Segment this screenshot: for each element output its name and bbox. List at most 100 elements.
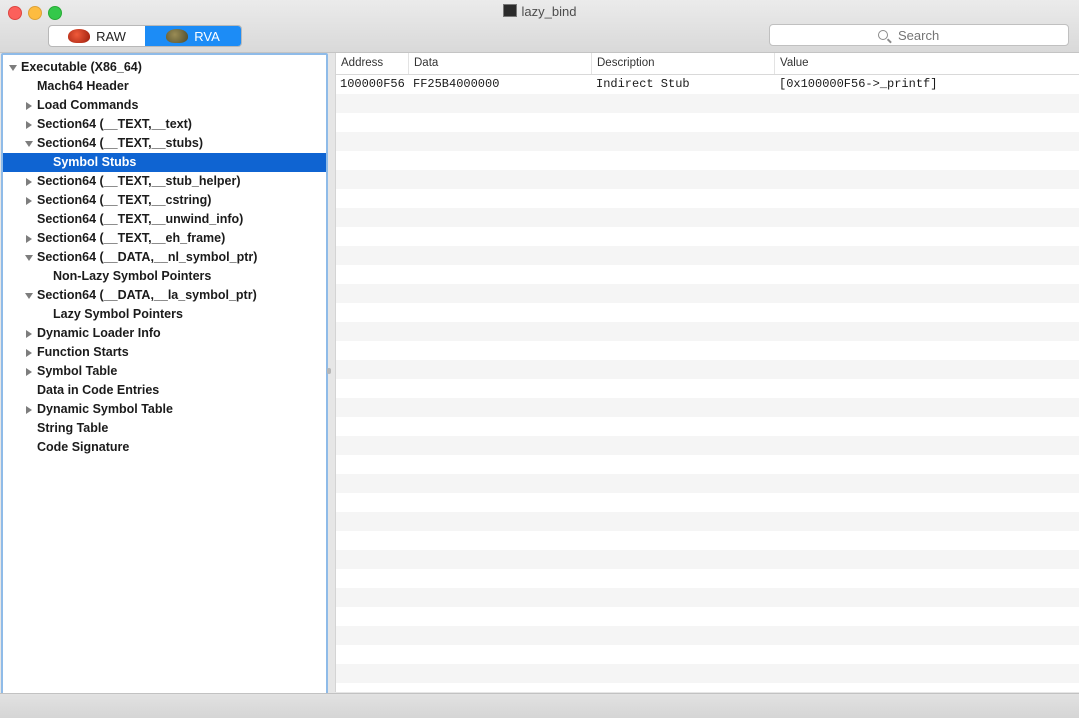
disclosure-right-icon[interactable] bbox=[26, 235, 32, 243]
sidebar-item-label: Symbol Table bbox=[37, 364, 118, 378]
sidebar-item[interactable]: Executable (X86_64) bbox=[3, 58, 326, 77]
title-bar: lazy_bind RAW RVA bbox=[0, 0, 1079, 53]
table-row[interactable] bbox=[336, 493, 1079, 512]
disclosure-down-icon[interactable] bbox=[25, 141, 33, 147]
sidebar-item-label: Mach64 Header bbox=[37, 79, 129, 93]
table-row[interactable] bbox=[336, 531, 1079, 550]
search-field[interactable] bbox=[769, 24, 1069, 46]
sidebar-item[interactable]: Section64 (__TEXT,__stub_helper) bbox=[3, 172, 326, 191]
rva-segment-label: RVA bbox=[194, 28, 220, 44]
sidebar-item-label: Symbol Stubs bbox=[53, 155, 137, 169]
table-row[interactable] bbox=[336, 208, 1079, 227]
sidebar-item-label: Section64 (__TEXT,__unwind_info) bbox=[37, 212, 244, 226]
table-row[interactable] bbox=[336, 227, 1079, 246]
table-row[interactable] bbox=[336, 284, 1079, 303]
disclosure-right-icon[interactable] bbox=[26, 330, 32, 338]
table-row[interactable]: 100000F56 FF25B4000000 Indirect Stub [0x100… bbox=[336, 75, 1079, 94]
sidebar-item[interactable]: Dynamic Symbol Table bbox=[3, 400, 326, 419]
table-row[interactable] bbox=[336, 360, 1079, 379]
column-header-value[interactable]: Value bbox=[775, 53, 1079, 74]
raw-segment-label: RAW bbox=[96, 28, 126, 44]
disclosure-right-icon[interactable] bbox=[26, 102, 32, 110]
sidebar-item[interactable]: Code Signature bbox=[3, 438, 326, 457]
raw-segment-button[interactable]: RAW bbox=[49, 26, 145, 46]
sidebar-item-label: String Table bbox=[37, 421, 109, 435]
disclosure-down-icon[interactable] bbox=[25, 293, 33, 299]
sidebar-item[interactable]: Section64 (__DATA,__nl_symbol_ptr) bbox=[3, 248, 326, 267]
table-row[interactable] bbox=[336, 512, 1079, 531]
sidebar-item-label: Data in Code Entries bbox=[37, 383, 160, 397]
sidebar-item-label: Dynamic Loader Info bbox=[37, 326, 161, 340]
table-row[interactable] bbox=[336, 645, 1079, 664]
detail-table: Address Data Description Value 100000F56… bbox=[335, 53, 1079, 692]
table-row[interactable] bbox=[336, 607, 1079, 626]
table-cell-data: FF25B4000000 bbox=[413, 77, 500, 91]
disclosure-right-icon[interactable] bbox=[26, 406, 32, 414]
sidebar-item[interactable]: String Table bbox=[3, 419, 326, 438]
table-row[interactable] bbox=[336, 170, 1079, 189]
table-row[interactable] bbox=[336, 474, 1079, 493]
sidebar-item[interactable]: Data in Code Entries bbox=[3, 381, 326, 400]
disclosure-down-icon[interactable] bbox=[25, 255, 33, 261]
sidebar-item-label: Section64 (__TEXT,__cstring) bbox=[37, 193, 212, 207]
column-header-data[interactable]: Data bbox=[409, 53, 592, 74]
table-row[interactable] bbox=[336, 626, 1079, 645]
sidebar-item-label: Section64 (__DATA,__nl_symbol_ptr) bbox=[37, 250, 258, 264]
table-row[interactable] bbox=[336, 189, 1079, 208]
table-row[interactable] bbox=[336, 588, 1079, 607]
table-row[interactable] bbox=[336, 265, 1079, 284]
sidebar-item[interactable]: Section64 (__TEXT,__unwind_info) bbox=[3, 210, 326, 229]
disclosure-right-icon[interactable] bbox=[26, 178, 32, 186]
terminal-icon bbox=[502, 4, 517, 17]
bottom-bar bbox=[0, 693, 1079, 718]
table-row[interactable] bbox=[336, 550, 1079, 569]
disclosure-right-icon[interactable] bbox=[26, 197, 32, 205]
table-row[interactable] bbox=[336, 341, 1079, 360]
column-header-address[interactable]: Address bbox=[336, 53, 409, 74]
disclosure-right-icon[interactable] bbox=[26, 121, 32, 129]
sidebar-item[interactable]: Section64 (__TEXT,__text) bbox=[3, 115, 326, 134]
table-row[interactable] bbox=[336, 455, 1079, 474]
sidebar-item-label: Dynamic Symbol Table bbox=[37, 402, 173, 416]
table-row[interactable] bbox=[336, 436, 1079, 455]
sidebar-item[interactable]: Load Commands bbox=[3, 96, 326, 115]
sidebar-item-label: Section64 (__TEXT,__text) bbox=[37, 117, 192, 131]
sidebar-item[interactable]: Non-Lazy Symbol Pointers bbox=[3, 267, 326, 286]
sidebar-item[interactable]: Section64 (__TEXT,__stubs) bbox=[3, 134, 326, 153]
table-row[interactable] bbox=[336, 94, 1079, 113]
table-row[interactable] bbox=[336, 379, 1079, 398]
disclosure-right-icon[interactable] bbox=[26, 368, 32, 376]
sidebar-item[interactable]: Section64 (__DATA,__la_symbol_ptr) bbox=[3, 286, 326, 305]
sidebar-item[interactable]: Symbol Table bbox=[3, 362, 326, 381]
search-icon bbox=[878, 30, 888, 40]
disclosure-right-icon[interactable] bbox=[26, 349, 32, 357]
sidebar-item[interactable]: Lazy Symbol Pointers bbox=[3, 305, 326, 324]
disclosure-down-icon[interactable] bbox=[9, 65, 17, 71]
table-row[interactable] bbox=[336, 246, 1079, 265]
table-row[interactable] bbox=[336, 113, 1079, 132]
green-beetle-icon bbox=[166, 29, 189, 43]
red-beetle-icon bbox=[68, 29, 91, 43]
rva-segment-button[interactable]: RVA bbox=[145, 26, 241, 46]
table-row[interactable] bbox=[336, 303, 1079, 322]
sidebar-item[interactable]: Section64 (__TEXT,__cstring) bbox=[3, 191, 326, 210]
table-row[interactable] bbox=[336, 398, 1079, 417]
sidebar-item-label: Section64 (__TEXT,__stub_helper) bbox=[37, 174, 241, 188]
sidebar-item-label: Executable (X86_64) bbox=[21, 60, 142, 74]
sidebar-item[interactable]: Dynamic Loader Info bbox=[3, 324, 326, 343]
sidebar-item[interactable]: Symbol Stubs bbox=[3, 153, 326, 172]
table-row[interactable] bbox=[336, 417, 1079, 436]
table-row[interactable] bbox=[336, 151, 1079, 170]
sidebar-item-label: Section64 (__DATA,__la_symbol_ptr) bbox=[37, 288, 257, 302]
table-row[interactable] bbox=[336, 322, 1079, 341]
table-row[interactable] bbox=[336, 569, 1079, 588]
sidebar-item-label: Section64 (__TEXT,__eh_frame) bbox=[37, 231, 226, 245]
column-header-description[interactable]: Description bbox=[592, 53, 775, 74]
table-row[interactable] bbox=[336, 132, 1079, 151]
search-input[interactable] bbox=[896, 26, 960, 44]
sidebar-item[interactable]: Section64 (__TEXT,__eh_frame) bbox=[3, 229, 326, 248]
sidebar-item[interactable]: Function Starts bbox=[3, 343, 326, 362]
split-view-divider-handle[interactable] bbox=[327, 368, 331, 374]
sidebar-item[interactable]: Mach64 Header bbox=[3, 77, 326, 96]
table-row[interactable] bbox=[336, 664, 1079, 683]
